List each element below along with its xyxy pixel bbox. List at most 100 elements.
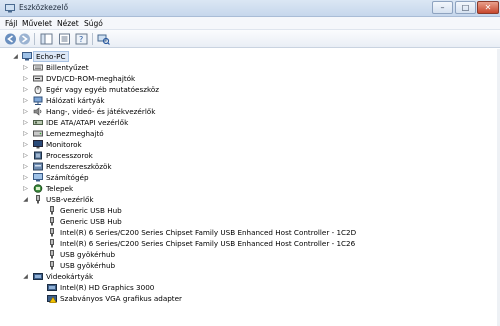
tree-item-keyboard[interactable]: ▷ Billentyűzet: [0, 62, 500, 73]
tree-child-item[interactable]: Generic USB Hub: [0, 216, 500, 227]
tree-child-item[interactable]: Intel(R) 6 Series/C200 Series Chipset Fa…: [0, 227, 500, 238]
tree-child-label: Generic USB Hub: [60, 217, 122, 226]
expand-arrow-icon[interactable]: ▷: [22, 75, 29, 82]
menu-view[interactable]: Nézet: [57, 19, 79, 28]
help-icon[interactable]: ?: [75, 33, 88, 45]
collapse-arrow-icon[interactable]: ◢: [22, 273, 29, 280]
tree-item-network[interactable]: ▷ Hálózati kártyák: [0, 95, 500, 106]
system-device-icon: [33, 162, 43, 171]
tree-child-label: Generic USB Hub: [60, 206, 122, 215]
expand-arrow-icon[interactable]: ▷: [22, 185, 29, 192]
toolbar-separator: [92, 33, 93, 45]
usb-device-icon: [50, 261, 54, 270]
scan-hardware-icon[interactable]: [97, 33, 110, 45]
usb-icon: [36, 195, 40, 204]
expand-arrow-icon[interactable]: ▷: [22, 163, 29, 170]
tree-child-item[interactable]: USB gyökérhub: [0, 260, 500, 271]
tree-item-label: Telepek: [46, 184, 74, 193]
usb-device-icon: [50, 217, 54, 226]
title-bar: Eszközkezelő – □ ✕: [0, 0, 500, 17]
tree-item-usb[interactable]: ◢ USB-vezérlők: [0, 194, 500, 205]
tree-item-label: Számítógép: [46, 173, 89, 182]
tree-root-row[interactable]: ◢ Echo-PC: [0, 51, 500, 62]
tree-item-mouse[interactable]: ▷ Egér vagy egyéb mutatóeszköz: [0, 84, 500, 95]
tree-item-video[interactable]: ◢ Videokártyák: [0, 271, 500, 282]
usb-device-icon: [50, 250, 54, 259]
tree-item-label: USB-vezérlők: [46, 195, 94, 204]
tree-child-label: USB gyökérhub: [60, 250, 116, 259]
show-hide-tree-icon[interactable]: [40, 33, 53, 45]
tree-child-label: Intel(R) HD Graphics 3000: [60, 283, 155, 292]
window-title: Eszközkezelő: [19, 3, 69, 12]
tree-item-label: Hálózati kártyák: [46, 96, 105, 105]
expand-arrow-icon[interactable]: ▷: [22, 152, 29, 159]
usb-device-icon: [50, 206, 54, 215]
device-manager-icon: [5, 4, 15, 13]
tree-item-batteries[interactable]: ▷ Telepek: [0, 183, 500, 194]
close-button[interactable]: ✕: [477, 1, 499, 14]
forward-arrow-icon[interactable]: [18, 33, 31, 45]
expand-arrow-icon[interactable]: ▷: [22, 108, 29, 115]
tree-item-monitors[interactable]: ▷ Monitorok: [0, 139, 500, 150]
ide-controller-icon: [33, 120, 43, 125]
processor-icon: [34, 151, 42, 160]
computer-icon: [33, 173, 43, 182]
tree-item-label: Egér vagy egyéb mutatóeszköz: [46, 85, 160, 94]
tree-child-label: Szabványos VGA grafikus adapter: [60, 294, 182, 303]
menu-action[interactable]: Művelet: [22, 19, 52, 28]
tree-item-computer[interactable]: ▷ Számítógép: [0, 172, 500, 183]
toolbar-separator: [34, 33, 35, 45]
expand-arrow-icon[interactable]: ▷: [22, 64, 29, 71]
tree-child-item[interactable]: Szabványos VGA grafikus adapter: [0, 293, 500, 304]
dvd-drive-icon: [33, 75, 43, 82]
tree-item-ide[interactable]: ▷ IDE ATA/ATAPI vezérlők: [0, 117, 500, 128]
expand-arrow-icon[interactable]: ▷: [22, 130, 29, 137]
maximize-button[interactable]: □: [455, 1, 476, 14]
tree-child-item[interactable]: Generic USB Hub: [0, 205, 500, 216]
back-arrow-icon[interactable]: [4, 33, 17, 45]
expand-arrow-icon[interactable]: ▷: [22, 97, 29, 104]
tree-item-label: DVD/CD-ROM-meghajtók: [46, 74, 136, 83]
toolbar: ?: [0, 30, 500, 48]
monitor-icon: [33, 140, 43, 149]
tree-child-item[interactable]: Intel(R) 6 Series/C200 Series Chipset Fa…: [0, 238, 500, 249]
tree-item-audio[interactable]: ▷ Hang-, videó- és játékvezérlők: [0, 106, 500, 117]
tree-child-item[interactable]: Intel(R) HD Graphics 3000: [0, 282, 500, 293]
tree-item-label: Processzorok: [46, 151, 93, 160]
speaker-icon: [33, 107, 42, 116]
minimize-button[interactable]: –: [432, 1, 453, 14]
menu-help[interactable]: Súgó: [84, 19, 103, 28]
tree-root-label: Echo-PC: [33, 51, 69, 62]
tree-child-label: Intel(R) 6 Series/C200 Series Chipset Fa…: [60, 239, 356, 248]
collapse-arrow-icon[interactable]: ◢: [22, 196, 29, 203]
expand-arrow-icon[interactable]: ▷: [22, 86, 29, 93]
tree-item-system-devices[interactable]: ▷ Rendszereszközök: [0, 161, 500, 172]
usb-device-icon: [50, 239, 54, 248]
svg-text:?: ?: [79, 35, 83, 44]
tree-child-item[interactable]: USB gyökérhub: [0, 249, 500, 260]
properties-icon[interactable]: [58, 33, 71, 45]
battery-icon: [33, 184, 43, 193]
device-tree: ◢ Echo-PC ▷ Billentyűzet ▷ DVD/CD-ROM-me…: [0, 49, 500, 326]
collapse-arrow-icon[interactable]: ◢: [12, 53, 19, 60]
keyboard-icon: [33, 64, 43, 71]
tree-child-label: USB gyökérhub: [60, 261, 116, 270]
tree-item-label: Rendszereszközök: [46, 162, 112, 171]
menu-file[interactable]: Fájl: [5, 19, 17, 28]
expand-arrow-icon[interactable]: ▷: [22, 119, 29, 126]
tree-item-processors[interactable]: ▷ Processzorok: [0, 150, 500, 161]
tree-item-label: Billentyűzet: [46, 63, 89, 72]
expand-arrow-icon[interactable]: ▷: [22, 141, 29, 148]
tree-item-label: IDE ATA/ATAPI vezérlők: [46, 118, 129, 127]
tree-item-disk[interactable]: ▷ Lemezmeghajtó: [0, 128, 500, 139]
disk-drive-icon: [33, 130, 43, 137]
tree-item-label: Hang-, videó- és játékvezérlők: [46, 107, 156, 116]
expand-arrow-icon[interactable]: ▷: [22, 174, 29, 181]
usb-device-icon: [50, 228, 54, 237]
mouse-icon: [34, 85, 42, 94]
warning-icon: [47, 295, 57, 303]
tree-item-dvd[interactable]: ▷ DVD/CD-ROM-meghajtók: [0, 73, 500, 84]
computer-icon: [22, 52, 32, 61]
display-adapter-icon: [47, 284, 57, 291]
network-adapter-icon: [33, 96, 43, 105]
